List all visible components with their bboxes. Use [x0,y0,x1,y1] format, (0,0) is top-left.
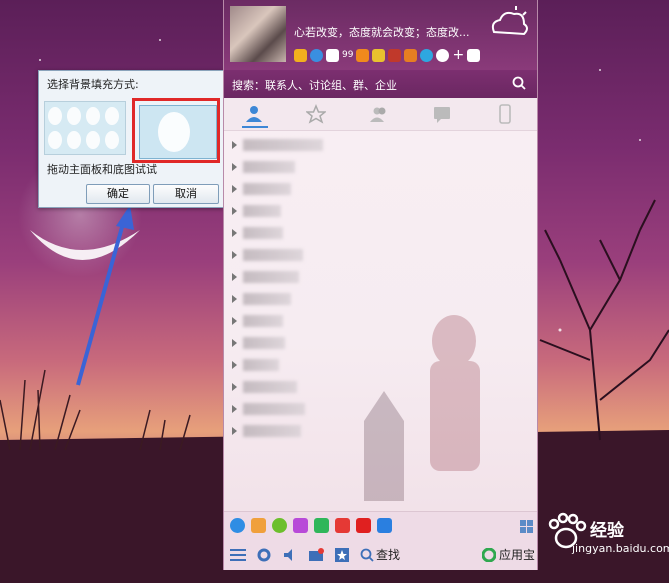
watermark-brand: 经验 [590,521,624,541]
appstore-label: 应用宝 [499,548,536,562]
list-item[interactable] [232,423,301,439]
app-grid-icon[interactable] [520,520,533,533]
avatar[interactable] [230,6,286,62]
background-fill-dialog: 选择背景填充方式: 拖动主面板和底图试试 确定 取消 [38,70,224,208]
penguin-tile-icon [48,107,119,149]
mail-icon[interactable] [326,48,339,62]
list-item[interactable] [232,357,279,373]
weather-icon[interactable] [486,4,530,42]
dialog-hint-text: 拖动主面板和底图试试 [47,163,157,176]
browser-icon[interactable] [420,48,434,62]
list-item[interactable] [232,181,291,197]
qzone-icon[interactable] [310,48,323,62]
app-shortcuts [230,518,392,533]
search-bar[interactable]: 搜索：联系人、讨论组、群、企业 [224,70,537,98]
main-tabs [224,98,537,131]
security-app-icon[interactable] [272,518,287,533]
signature-text[interactable]: 心若改变，态度就会改变；态度改... [294,24,470,40]
list-item[interactable] [232,203,281,219]
favorites-icon[interactable] [334,547,350,563]
find-button[interactable]: 查找 [376,546,400,563]
search-input[interactable]: 搜索：联系人、讨论组、群、企业 [232,77,397,93]
tab-groups-icon[interactable] [369,104,389,124]
list-item[interactable] [232,159,295,175]
video-app-icon[interactable] [314,518,329,533]
girl-and-dog-silhouette [364,315,480,501]
find-search-icon[interactable] [360,548,374,562]
help-icon[interactable] [436,48,450,62]
panel-header: 心若改变，态度就会改变；态度改... 99 + [224,0,537,70]
folder-icon[interactable] [308,547,324,563]
menu-icon[interactable] [230,548,246,562]
cancel-button[interactable]: 取消 [153,184,219,204]
list-item[interactable] [232,137,323,153]
game-icon[interactable] [388,48,402,62]
appstore-icon [482,547,496,562]
browser-app-icon[interactable] [230,518,245,533]
bottom-toolbar: 查找 应用宝 [224,511,537,570]
star-icon[interactable] [294,48,307,62]
tools-icon[interactable] [404,48,418,62]
ok-button[interactable]: 确定 [86,184,150,204]
list-item[interactable] [232,401,305,417]
list-item[interactable] [232,379,297,395]
list-item[interactable] [232,313,283,329]
tab-recent-icon[interactable] [432,104,452,124]
selection-highlight-box [132,98,220,163]
watermark-url: jingyan.baidu.com [572,542,669,555]
toolbar-icons: 99 + [294,46,481,64]
dialog-title: 选择背景填充方式: [47,78,139,91]
appstore-button[interactable]: 应用宝 [482,546,535,563]
stock-app-icon[interactable] [335,518,350,533]
list-item[interactable] [232,225,283,241]
gear-icon[interactable] [256,547,272,563]
list-item[interactable] [232,335,285,351]
tile-fill-option[interactable] [44,101,126,155]
speaker-icon[interactable] [282,547,298,563]
flower-app-icon[interactable] [293,518,308,533]
tab-devices-icon[interactable] [495,104,515,124]
cart-icon[interactable] [356,48,370,62]
qq-main-panel: 心若改变，态度就会改变；态度改... 99 + 搜索：联系人、讨论组、群、企业 [223,0,538,570]
tab-contacts-icon[interactable] [244,104,264,124]
active-tab-indicator [242,126,268,128]
baidu-jingyan-watermark: 经验 jingyan.baidu.com [540,512,669,572]
jd-app-icon[interactable] [356,518,371,533]
avatar-app-icon[interactable] [251,518,266,533]
mail-badge: 99 [342,50,354,60]
search-icon[interactable] [512,76,526,90]
list-item[interactable] [232,291,291,307]
list-item[interactable] [232,247,303,263]
shield-app-icon[interactable] [377,518,392,533]
tab-favorites-icon[interactable] [306,104,326,124]
contact-group-list [224,131,537,511]
bottom-actions: 查找 [230,546,400,563]
add-icon[interactable]: + [452,48,464,62]
wallet-icon[interactable] [372,48,386,62]
list-item[interactable] [232,269,299,285]
skin-shirt-icon[interactable] [467,48,481,62]
